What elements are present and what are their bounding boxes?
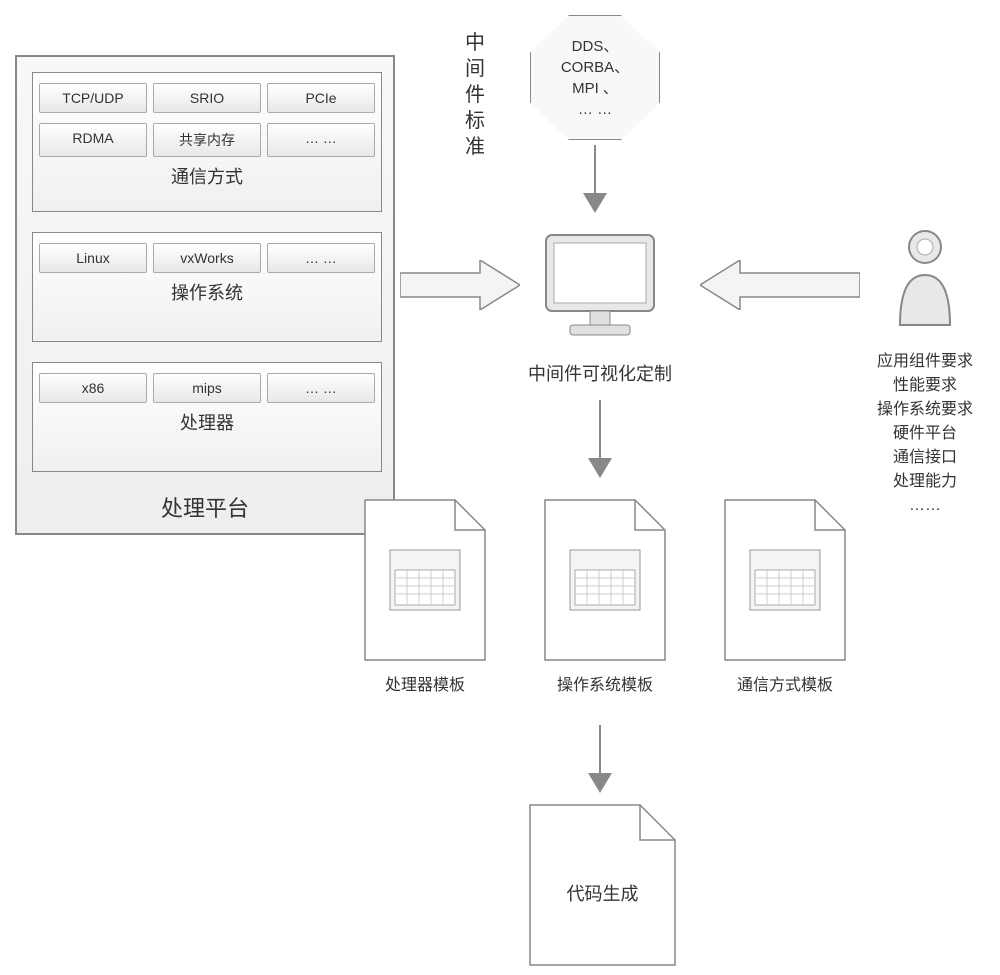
req-line: 硬件平台 (850, 422, 1000, 446)
arrow-down-icon (580, 725, 620, 795)
tag-sharedmem: 共享内存 (153, 123, 261, 157)
arrow-right-icon (400, 260, 520, 310)
tag-more-os: … … (267, 243, 375, 273)
requirements-list: 应用组件要求 性能要求 操作系统要求 硬件平台 通信接口 处理能力 …… (850, 350, 1000, 518)
tag-more-comm: … … (267, 123, 375, 157)
tag-linux: Linux (39, 243, 147, 273)
document-icon (720, 495, 850, 665)
standards-text: DDS、 CORBA、 MPI 、 … … (561, 36, 629, 120)
req-line: …… (850, 494, 1000, 518)
communication-group: TCP/UDP SRIO PCIe RDMA 共享内存 … … 通信方式 (32, 72, 382, 212)
tag-srio: SRIO (153, 83, 261, 113)
arrow-left-icon (700, 260, 860, 310)
monitor-icon (540, 225, 660, 345)
req-line: 处理能力 (850, 470, 1000, 494)
tag-x86: x86 (39, 373, 147, 403)
tag-more-proc: … … (267, 373, 375, 403)
os-group: Linux vxWorks … … 操作系统 (32, 232, 382, 342)
templates-row: 处理器模板 操作系统模板 通信方式模板 (350, 495, 860, 695)
platform-title: 处理平台 (17, 491, 393, 523)
tag-pcie: PCIe (267, 83, 375, 113)
tag-rdma: RDMA (39, 123, 147, 157)
os-title: 操作系统 (33, 273, 381, 305)
template-comm: 通信方式模板 (710, 495, 860, 695)
document-icon (360, 495, 490, 665)
processor-group: x86 mips … … 处理器 (32, 362, 382, 472)
communication-title: 通信方式 (33, 157, 381, 189)
codegen-document: 代码生成 (525, 800, 680, 970)
tag-mips: mips (153, 373, 261, 403)
processor-title: 处理器 (33, 403, 381, 435)
processing-platform-box: TCP/UDP SRIO PCIe RDMA 共享内存 … … 通信方式 Lin… (15, 55, 395, 535)
template-label: 通信方式模板 (710, 671, 860, 695)
codegen-label: 代码生成 (525, 880, 680, 906)
template-label: 操作系统模板 (530, 671, 680, 695)
tag-tcpudp: TCP/UDP (39, 83, 147, 113)
template-processor: 处理器模板 (350, 495, 500, 695)
monitor-label: 中间件可视化定制 (500, 360, 700, 386)
tag-vxworks: vxWorks (153, 243, 261, 273)
template-label: 处理器模板 (350, 671, 500, 695)
arrow-down-icon (580, 400, 620, 480)
req-line: 通信接口 (850, 446, 1000, 470)
middleware-standard-label: 中间件标准 (463, 30, 487, 160)
req-line: 性能要求 (850, 374, 1000, 398)
req-line: 操作系统要求 (850, 398, 1000, 422)
arrow-down-icon (575, 145, 615, 215)
document-icon (540, 495, 670, 665)
standards-octagon: DDS、 CORBA、 MPI 、 … … (530, 15, 660, 140)
template-os: 操作系统模板 (530, 495, 680, 695)
req-line: 应用组件要求 (850, 350, 1000, 374)
person-icon (890, 225, 960, 335)
